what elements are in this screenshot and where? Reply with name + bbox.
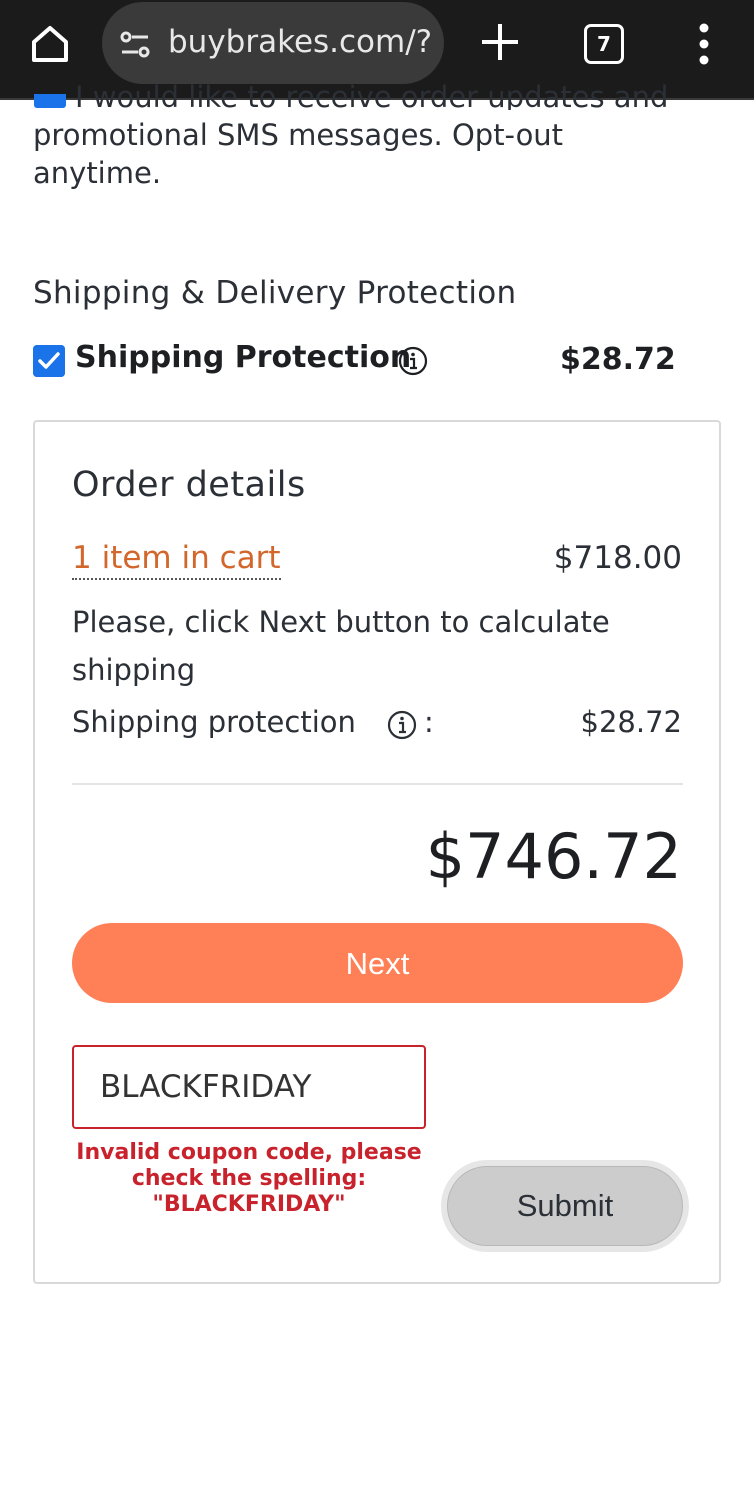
shipping-calc-note: Please, click Next button to calculate s… bbox=[72, 605, 610, 687]
submit-coupon-button[interactable]: Submit bbox=[447, 1166, 683, 1246]
address-bar[interactable]: buybrakes.com/? bbox=[102, 2, 444, 84]
shipping-protection-row-price: $28.72 bbox=[580, 705, 682, 739]
shipping-protection-label[interactable]: Shipping Protection bbox=[75, 340, 411, 375]
info-icon[interactable] bbox=[398, 346, 428, 376]
divider bbox=[72, 783, 683, 785]
home-icon[interactable] bbox=[26, 20, 74, 68]
sms-optin-checkbox[interactable] bbox=[34, 94, 66, 108]
shipping-section-title: Shipping & Delivery Protection bbox=[33, 275, 517, 311]
order-total: $746.72 bbox=[425, 820, 682, 893]
items-price: $718.00 bbox=[553, 540, 682, 576]
url-text[interactable]: buybrakes.com/? bbox=[168, 24, 432, 60]
tab-switcher-icon[interactable]: 7 bbox=[584, 24, 624, 64]
sms-optin-cut-line: I would like to receive order updates an… bbox=[75, 80, 669, 110]
site-settings-icon[interactable] bbox=[118, 28, 152, 62]
coupon-error-message: Invalid coupon code, please check the sp… bbox=[76, 1140, 422, 1217]
shipping-protection-price: $28.72 bbox=[560, 342, 676, 377]
sms-optin-text: promotional SMS messages. Opt-out anytim… bbox=[33, 118, 564, 190]
items-in-cart-link[interactable]: 1 item in cart bbox=[72, 540, 281, 580]
order-details-title: Order details bbox=[72, 465, 306, 505]
more-vert-icon[interactable] bbox=[696, 22, 712, 66]
new-tab-plus-icon[interactable] bbox=[478, 20, 522, 64]
info-icon[interactable] bbox=[387, 710, 417, 740]
coupon-input[interactable] bbox=[72, 1045, 426, 1129]
next-button[interactable]: Next bbox=[72, 923, 683, 1003]
shipping-protection-row-label: Shipping protection bbox=[72, 705, 356, 739]
shipping-protection-colon: : bbox=[424, 705, 434, 739]
checkbox-checked-icon[interactable] bbox=[33, 345, 65, 377]
tab-count: 7 bbox=[597, 32, 611, 56]
